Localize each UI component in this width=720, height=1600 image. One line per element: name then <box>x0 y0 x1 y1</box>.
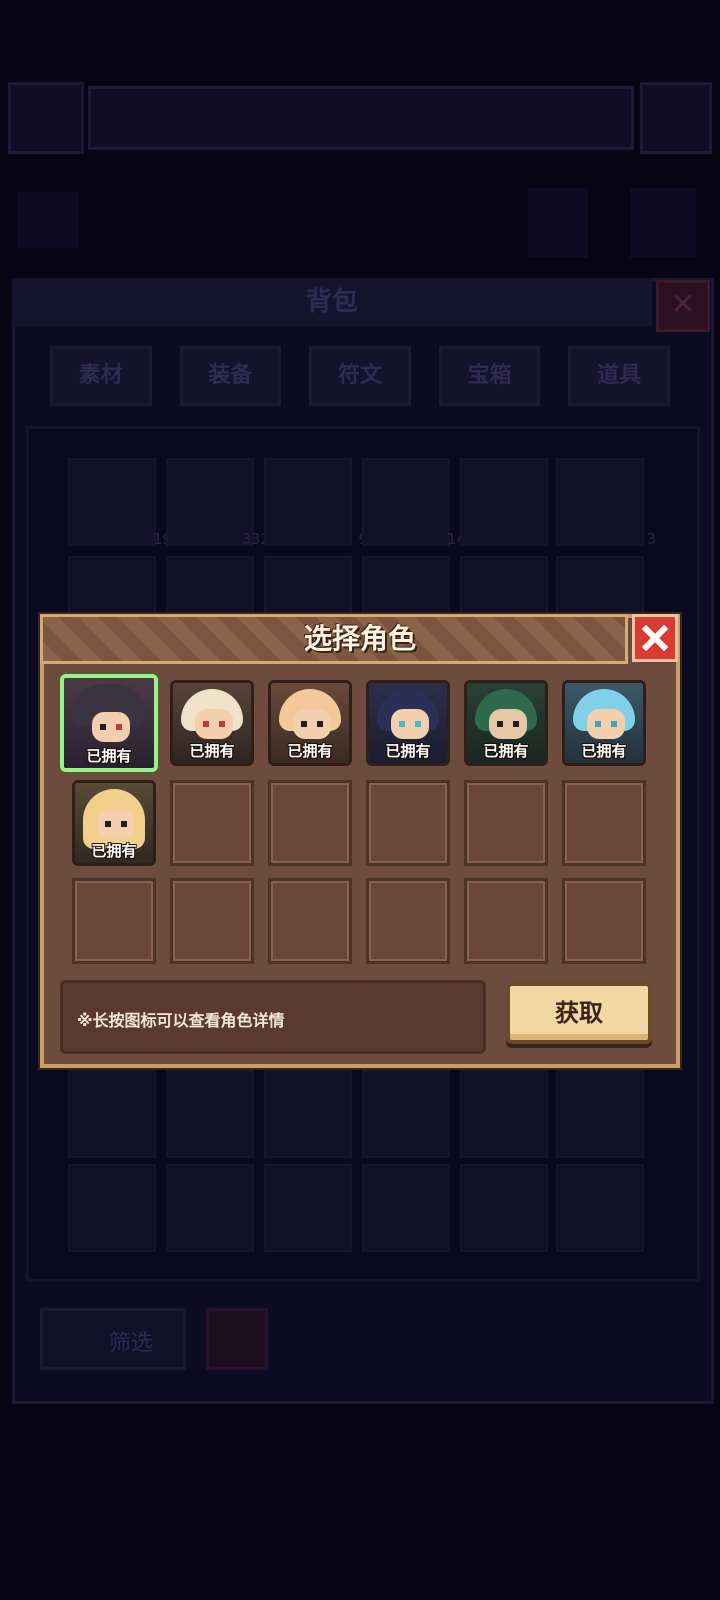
inventory-item <box>264 1164 352 1252</box>
owned-label: 已拥有 <box>91 842 137 860</box>
owned-label: 已拥有 <box>86 747 132 765</box>
inventory-item: 7 <box>460 458 564 548</box>
tab-chests: 宝箱 <box>438 346 541 406</box>
shop-icon <box>630 188 696 258</box>
inventory-item <box>362 1070 450 1158</box>
owned-label: 已拥有 <box>385 742 431 760</box>
tip-box: ※长按图标可以查看角色详情 <box>60 980 486 1054</box>
inventory-item <box>166 1164 254 1252</box>
inventory-item <box>166 1070 254 1158</box>
owned-label: 已拥有 <box>189 742 235 760</box>
get-button[interactable]: 获取 <box>506 982 652 1044</box>
tab-items: 道具 <box>568 346 670 406</box>
owned-label: 已拥有 <box>483 742 529 760</box>
inventory-item <box>556 1070 644 1158</box>
inventory-item: 3 <box>556 458 656 548</box>
tab-equipment: 装备 <box>179 346 282 406</box>
character-slot-7[interactable]: 已拥有 <box>72 780 156 866</box>
character-slot-5[interactable]: 已拥有 <box>464 680 548 766</box>
tab-runes: 符文 <box>309 346 411 406</box>
tab-materials: 素材 <box>50 346 152 406</box>
empty-slot <box>268 780 352 866</box>
inventory-item: 9 <box>264 458 368 548</box>
character-slot-4[interactable]: 已拥有 <box>366 680 450 766</box>
empty-slot <box>72 878 156 964</box>
character-slot-1[interactable]: 已拥有 <box>60 674 158 772</box>
inventory-tabs: 素材 装备 符文 宝箱 道具 <box>50 346 670 406</box>
character-slot-2[interactable]: 已拥有 <box>170 680 254 766</box>
close-icon <box>641 624 669 652</box>
inventory-item <box>68 1164 156 1252</box>
empty-slot <box>170 878 254 964</box>
refresh-icon <box>206 1308 268 1370</box>
dialog-title: 选择角色 <box>303 622 416 655</box>
avatar-frame <box>8 82 84 154</box>
empty-slot <box>464 878 548 964</box>
inventory-item <box>362 1164 450 1252</box>
inventory-item <box>68 1070 156 1158</box>
empty-slot <box>562 878 646 964</box>
character-slot-6[interactable]: 已拥有 <box>562 680 646 766</box>
inventory-item <box>556 1164 644 1252</box>
close-button[interactable] <box>632 614 678 662</box>
inventory-item: 14 <box>362 458 466 548</box>
inventory-item <box>460 1164 548 1252</box>
filter-label: 筛选 <box>109 1331 154 1356</box>
empty-slot <box>366 780 450 866</box>
empty-slot <box>366 878 450 964</box>
side-icon <box>18 192 78 248</box>
settings-icon <box>640 82 712 154</box>
owned-label: 已拥有 <box>581 742 627 760</box>
mail-icon <box>528 188 588 258</box>
tip-text: ※长按图标可以查看角色详情 <box>77 1011 285 1030</box>
inventory-title: 背包 <box>12 278 652 326</box>
empty-slot <box>464 780 548 866</box>
empty-slot <box>170 780 254 866</box>
inventory-item <box>264 1070 352 1158</box>
inventory-item <box>460 1070 548 1158</box>
filter-button: 筛选 <box>40 1308 186 1370</box>
bottom-nav <box>0 1400 720 1600</box>
inventory-item: 19 <box>68 458 172 548</box>
inventory-item: 332 <box>166 458 270 548</box>
empty-slot <box>562 780 646 866</box>
empty-slot <box>268 878 352 964</box>
status-strip <box>88 86 634 150</box>
inventory-close-icon: ✕ <box>656 280 710 332</box>
owned-label: 已拥有 <box>287 742 333 760</box>
top-status-bar <box>8 82 712 154</box>
item-count: 3 <box>646 530 656 548</box>
character-slot-3[interactable]: 已拥有 <box>268 680 352 766</box>
